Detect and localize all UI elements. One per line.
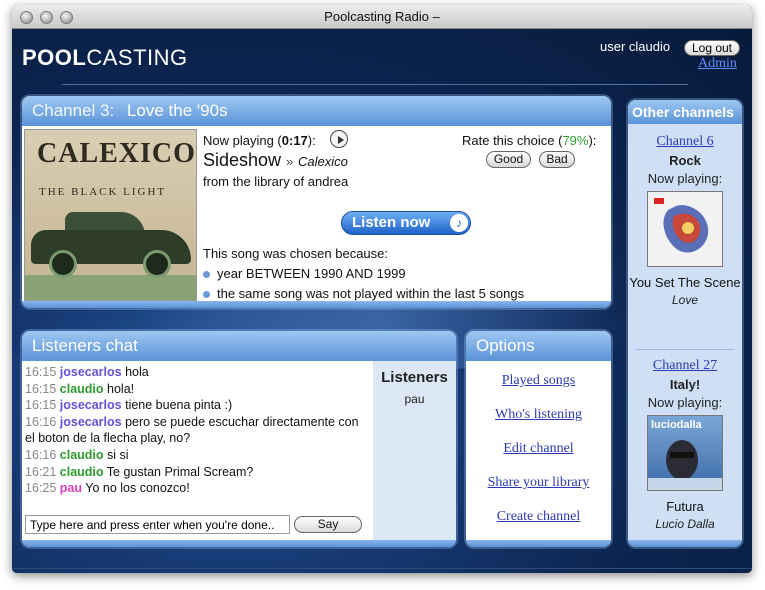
- chat-time: 16:15: [25, 398, 57, 413]
- channel-song: You Set The Scene: [629, 275, 741, 290]
- app-window: Poolcasting Radio – POOLCASTING user cla…: [12, 5, 752, 573]
- listeners-title: Listeners: [381, 369, 448, 386]
- chat-time: 16:15: [25, 381, 57, 396]
- elapsed-time: 0:17: [281, 133, 308, 148]
- window-title: Poolcasting Radio –: [324, 9, 440, 24]
- chat-user: josecarlos: [59, 414, 122, 429]
- listeners-list: Listeners pau: [373, 361, 456, 547]
- music-note-icon: ♪: [450, 214, 468, 232]
- rate-percent: 79%: [562, 133, 589, 148]
- chat-message: 16:25 pau Yo no los conozco!: [25, 480, 371, 497]
- album-cover: CALEXICO THE BLACK LIGHT: [24, 129, 197, 301]
- create-channel-link[interactable]: Create channel: [466, 509, 611, 525]
- channel-6-link[interactable]: Channel 6: [628, 134, 742, 150]
- listener-item: pau: [404, 392, 425, 406]
- chat-text: tiene buena pinta :): [125, 398, 233, 413]
- share-library-link[interactable]: Share your library: [466, 475, 611, 491]
- poolcasting-logo: POOLCASTING: [22, 45, 188, 70]
- chat-text: Yo no los conozco!: [85, 481, 190, 496]
- other-channel-card: Channel 27 Italy! Now playing: luciodall…: [628, 358, 742, 531]
- chat-log: 16:15 josecarlos hola 16:15 claudio hola!…: [25, 364, 371, 497]
- chat-text: si si: [107, 447, 129, 462]
- chat-message: 16:16 claudio si si: [25, 447, 371, 464]
- library-label: from the library of andrea: [203, 174, 349, 189]
- song-artist: Calexico: [298, 154, 348, 169]
- chat-user: josecarlos: [59, 365, 122, 379]
- chosen-because-label: This song was chosen because:: [203, 246, 388, 261]
- channel-name: Italy!: [669, 377, 701, 392]
- channel-panel: Channel 3: Love the '90s CALEXICO THE BL…: [22, 96, 611, 308]
- channel-header: Channel 3: Love the '90s: [22, 96, 611, 126]
- user-label: user claudio: [600, 39, 671, 54]
- channel-name: Rock: [669, 153, 701, 168]
- bad-button[interactable]: Bad: [539, 151, 575, 168]
- options-panel: Options Played songs Who's listening Edi…: [466, 331, 611, 547]
- play-icon[interactable]: [330, 130, 348, 148]
- played-songs-link[interactable]: Played songs: [466, 373, 611, 389]
- channel-song: Futura: [666, 499, 704, 514]
- song-artist-separator: »: [286, 154, 294, 169]
- chat-user: josecarlos: [59, 398, 122, 413]
- chat-text: hola: [125, 365, 149, 379]
- reason-item: the same song was not played within the …: [203, 286, 524, 301]
- other-channels-title: Other channels: [628, 100, 742, 124]
- chat-message: 16:15 josecarlos hola: [25, 364, 371, 381]
- channel-divider: [636, 349, 734, 350]
- now-playing-label: Now playing (0:17):: [203, 133, 316, 148]
- chat-message: 16:15 josecarlos tiene buena pinta :): [25, 397, 371, 414]
- reason-item: year BETWEEN 1990 AND 1999: [203, 266, 406, 281]
- other-channel-card: Channel 6 Rock Now playing: You Set The …: [628, 134, 742, 307]
- chat-user: claudio: [59, 381, 104, 396]
- chat-time: 16:21: [25, 464, 57, 479]
- chat-message: 16:15 claudio hola!: [25, 381, 371, 398]
- chat-text: Te gustan Primal Scream?: [106, 464, 254, 479]
- app-content: POOLCASTING user claudio Log out Admin C…: [12, 29, 752, 573]
- chat-user: pau: [59, 481, 82, 496]
- header-divider: [62, 84, 688, 85]
- album-thumbnail: [647, 191, 723, 267]
- channel-name: Love the '90s: [126, 101, 228, 120]
- chat-panel: Listeners chat 16:15 josecarlos hola 16:1…: [22, 331, 456, 547]
- admin-link[interactable]: Admin: [698, 56, 737, 72]
- channel-artist: Lucio Dalla: [655, 517, 715, 531]
- chat-text: hola!: [107, 381, 135, 396]
- other-channels-panel: Other channels Channel 6 Rock Now playin…: [628, 100, 742, 547]
- channel-number: Channel 3:: [32, 101, 115, 120]
- now-playing-label: Now playing:: [647, 395, 723, 410]
- album-thumbnail: luciodalla: [647, 415, 723, 491]
- chat-time: 16:16: [25, 414, 57, 429]
- channel-artist: Love: [671, 293, 699, 307]
- chat-user: claudio: [59, 464, 104, 479]
- chat-title: Listeners chat: [22, 331, 456, 361]
- whos-listening-link[interactable]: Who's listening: [466, 407, 611, 423]
- chat-time: 16:15: [25, 365, 57, 379]
- options-title: Options: [466, 331, 611, 361]
- chat-message: 16:16 josecarlos pero se puede escuchar …: [25, 414, 371, 447]
- window-titlebar: Poolcasting Radio –: [12, 5, 752, 29]
- chat-user: claudio: [59, 447, 104, 462]
- footer-divider: [12, 568, 752, 569]
- channel-27-link[interactable]: Channel 27: [628, 358, 742, 374]
- edit-channel-link[interactable]: Edit channel: [466, 441, 611, 457]
- chat-input[interactable]: [25, 515, 290, 534]
- now-playing-label: Now playing:: [647, 171, 723, 186]
- say-button[interactable]: Say: [294, 516, 362, 533]
- chat-time: 16:25: [25, 481, 57, 496]
- logout-button[interactable]: Log out: [684, 40, 740, 56]
- chat-message: 16:21 claudio Te gustan Primal Scream?: [25, 464, 371, 481]
- good-button[interactable]: Good: [486, 151, 531, 168]
- song-title: Sideshow: [203, 150, 282, 170]
- rate-label: Rate this choice (79%):: [462, 133, 597, 148]
- chat-time: 16:16: [25, 447, 57, 462]
- listen-now-button[interactable]: Listen now ♪: [341, 211, 471, 235]
